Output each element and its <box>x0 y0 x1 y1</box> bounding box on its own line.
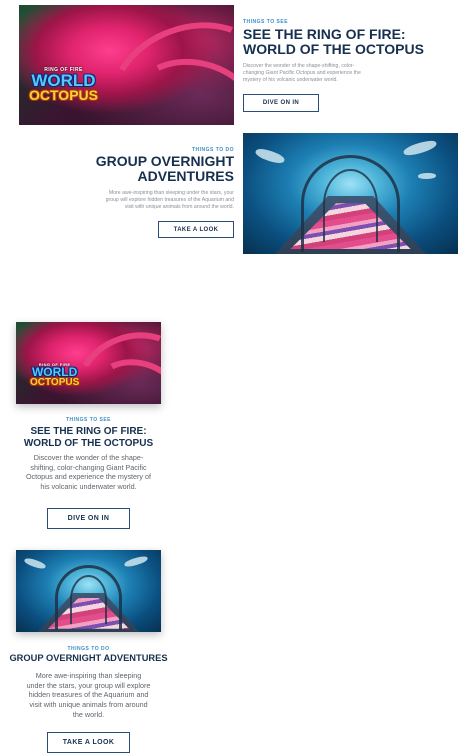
overnight-tunnel-image[interactable] <box>243 133 458 254</box>
mobile-card1-eyebrow: THINGS TO SEE <box>65 417 112 423</box>
ring-of-fire-logo: RING OF FIRE WORLD OCTOPUS <box>30 362 80 389</box>
card1-title: SEE THE RING OF FIRE: WORLD OF THE OCTOP… <box>243 26 424 57</box>
mobile-dive-on-in-button[interactable]: DIVE ON IN <box>47 508 130 529</box>
mobile-overnight-tunnel-image[interactable] <box>16 550 161 632</box>
mobile-card2-eyebrow: THINGS TO DO <box>67 646 110 652</box>
mobile-card2-description: More awe-inspiring than sleeping under t… <box>26 671 151 719</box>
card1-description: Discover the wonder of the shape-shiftin… <box>243 63 361 84</box>
mobile-take-a-look-button[interactable]: TAKE A LOOK <box>47 732 130 753</box>
card2-description: More awe-inspiring than sleeping under t… <box>105 190 234 211</box>
ring-of-fire-logo: RING OF FIRE WORLD OCTOPUS <box>29 67 98 104</box>
card1-eyebrow: THINGS TO SEE <box>243 19 289 25</box>
mobile-octopus-exhibit-image[interactable]: RING OF FIRE WORLD OCTOPUS <box>16 322 161 404</box>
mobile-card1-title: SEE THE RING OF FIRE: WORLD OF THE OCTOP… <box>23 426 154 449</box>
tunnel-arch <box>322 169 379 242</box>
tunnel-arch <box>69 574 108 624</box>
mobile-card1-description: Discover the wonder of the shape-shiftin… <box>25 453 152 492</box>
shark-shape <box>254 146 286 166</box>
shark-shape <box>123 555 149 568</box>
fish-shape <box>418 173 436 179</box>
dive-on-in-button[interactable]: DIVE ON IN <box>243 94 319 112</box>
take-a-look-button[interactable]: TAKE A LOOK <box>158 221 234 238</box>
shark-shape <box>23 556 47 571</box>
shark-shape <box>402 138 438 158</box>
mobile-card2-title: GROUP OVERNIGHT ADVENTURES <box>9 653 168 663</box>
octopus-exhibit-image[interactable]: RING OF FIRE WORLD OCTOPUS <box>19 5 234 125</box>
card2-title: GROUP OVERNIGHT ADVENTURES <box>95 153 234 184</box>
